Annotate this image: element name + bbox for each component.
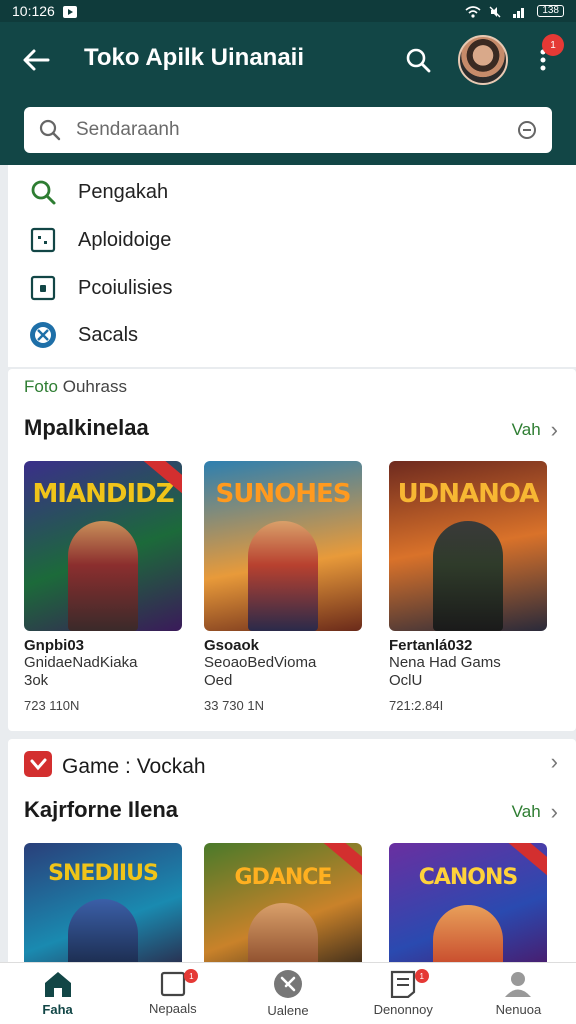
character-art [68, 899, 138, 969]
chevron-right-icon: › [550, 799, 558, 824]
game-size: 723 110N [24, 698, 80, 713]
game-tile[interactable]: GDANCE [204, 843, 364, 969]
game-developer: GnidaeNadKiaka [24, 654, 138, 671]
page-title: Toko Apilk Uinanaii [84, 44, 305, 71]
nav-badge: 1 [414, 969, 429, 983]
section-title: Mpalkinelaa [24, 415, 149, 440]
game-developer: Nena Had Gams [389, 654, 501, 671]
media-icon [62, 5, 77, 18]
chevron-right-icon[interactable]: › [551, 749, 558, 775]
game-tile[interactable]: MIANDIDZ Gnpbi03 GnidaeNadKiaka 3ok 723 … [24, 461, 184, 713]
search-input[interactable] [76, 119, 516, 141]
nav-label: Denonnoy [373, 1002, 433, 1017]
search-suggestions: Pengakah Aploidoige Pcoiulisies Sacals [8, 165, 576, 367]
play-games-icon [24, 751, 52, 782]
nav-item-apps[interactable]: Ualene [230, 963, 345, 1024]
game-thumbnail[interactable]: GDANCE [204, 843, 362, 969]
tools-icon [274, 970, 302, 998]
bottom-navigation: Faha 1 Nepaals Ualene 1 Denonnoy Nenuoa [0, 962, 576, 1024]
game-tile[interactable]: UDNANOA Fertanlá032 Nena Had Gams OclU 7… [389, 461, 549, 713]
home-icon [44, 972, 71, 997]
game-size: 33 730 1N [204, 698, 264, 713]
back-button[interactable] [18, 42, 54, 78]
game-logo-text: CANONS [418, 865, 519, 890]
search-bar[interactable] [24, 107, 552, 153]
game-logo-text: GDANCE [234, 865, 333, 890]
nav-label: Ualene [267, 1003, 309, 1018]
suggestion-label: Pcoiulisies [78, 276, 173, 299]
game-thumbnail[interactable]: UDNANOA [389, 461, 547, 631]
nav-label: Nenuoa [495, 1002, 542, 1017]
game-tile[interactable]: SUNOHES Gsoaok SeoaoBedVioma Oed 33 730 … [204, 461, 364, 713]
character-art [433, 905, 503, 969]
battery-indicator: 138 [537, 5, 564, 17]
game-thumbnail[interactable]: CANONS [389, 843, 547, 969]
game-tile[interactable]: SNEDIIUS [24, 843, 184, 969]
game-logo-text: MIANDIDZ [32, 479, 174, 509]
suggestion-label: Sacals [78, 323, 139, 346]
search-icon [28, 177, 58, 207]
nav-label: Faha [42, 1002, 73, 1017]
game-thumbnail[interactable]: SNEDIIUS [24, 843, 182, 969]
nav-item-home[interactable]: Faha [0, 963, 115, 1024]
globe-icon [28, 320, 58, 350]
game-thumbnail[interactable]: MIANDIDZ [24, 461, 182, 631]
section-heading-row[interactable]: Game : Vockah [24, 751, 206, 782]
section-heading: Game : Vockah [62, 754, 206, 778]
status-time: 10:126 [12, 3, 55, 19]
game-title: Gnpbi03 [24, 637, 85, 654]
voice-search-icon [518, 121, 536, 139]
character-art [433, 521, 503, 631]
game-title: Gsoaok [204, 637, 260, 654]
section-subheading: Foto Ouhrass [24, 377, 128, 396]
section-title: Kajrforne Ilena [24, 797, 179, 822]
character-art [248, 521, 318, 631]
game-developer-line2: Oed [204, 672, 233, 689]
character-art [68, 521, 138, 631]
suggestion-item[interactable]: Sacals [28, 315, 138, 355]
games-section: Game : Vockah › Kajrforne Ilena Vah › SN… [8, 739, 576, 969]
game-developer: SeoaoBedVioma [204, 654, 317, 671]
search-icon [406, 48, 431, 73]
lock-box-icon [28, 273, 58, 303]
recommended-section: Foto Ouhrass Mpalkinelaa Vah › MIANDIDZ … [8, 369, 576, 731]
status-bar: 10:126 138 [0, 0, 576, 22]
game-tile[interactable]: CANONS [389, 843, 549, 969]
see-all-link[interactable]: Vah › [512, 799, 558, 825]
suggestion-label: Aploidoige [78, 228, 172, 251]
nav-item-library[interactable]: 1 Denonnoy [346, 963, 461, 1024]
person-icon [505, 972, 532, 997]
game-logo-text: SNEDIIUS [48, 861, 159, 886]
game-thumbnail[interactable]: SUNOHES [204, 461, 362, 631]
nav-badge: 1 [184, 969, 199, 983]
mute-icon [489, 5, 503, 18]
wifi-icon [465, 5, 481, 18]
chevron-right-icon: › [550, 417, 558, 442]
game-developer-line2: 3ok [24, 672, 49, 689]
app-box-icon [28, 225, 58, 255]
character-art [248, 903, 318, 969]
suggestion-label: Pengakah [78, 180, 169, 203]
avatar[interactable] [458, 35, 508, 85]
see-all-link[interactable]: Vah › [512, 417, 558, 443]
notification-badge: 1 [542, 34, 564, 56]
search-button[interactable] [400, 42, 436, 78]
notification-box-icon [160, 971, 185, 997]
game-logo-text: UDNANOA [397, 479, 540, 509]
signal-icon [513, 5, 527, 18]
suggestion-item[interactable]: Pcoiulisies [28, 268, 172, 308]
search-icon [39, 119, 61, 141]
suggestion-item[interactable]: Pengakah [28, 172, 168, 212]
arrow-left-icon [23, 49, 50, 71]
game-title: Fertanlá032 [389, 637, 473, 654]
app-bar: Toko Apilk Uinanaii 1 [0, 22, 576, 165]
game-size: 721:2.84I [389, 698, 444, 713]
game-developer-line2: OclU [389, 672, 423, 689]
suggestion-item[interactable]: Aploidoige [28, 220, 171, 260]
nav-item-account[interactable]: Nenuoa [461, 963, 576, 1024]
game-logo-text: SUNOHES [215, 479, 352, 509]
nav-label: Nepaals [148, 1001, 197, 1016]
document-list-icon [391, 970, 416, 998]
nav-item-notifications[interactable]: 1 Nepaals [115, 963, 230, 1024]
